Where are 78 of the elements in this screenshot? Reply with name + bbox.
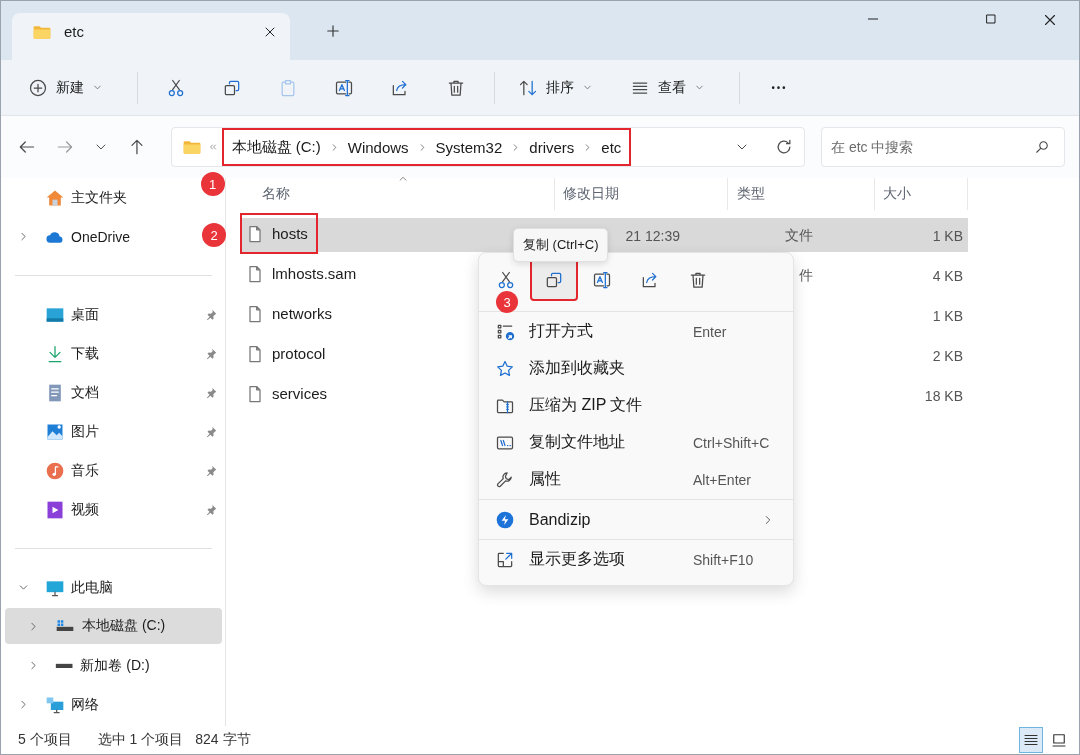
search-icon <box>1033 138 1051 156</box>
view-button[interactable]: 查看 <box>622 67 713 108</box>
breadcrumb[interactable]: 本地磁盘 (C:) <box>231 137 321 157</box>
search-field[interactable]: 在 etc 中搜索 <box>821 127 1065 167</box>
tooltip: 复制 (Ctrl+C) <box>513 228 609 262</box>
file-size: 18 KB <box>924 387 963 404</box>
sidebar-item[interactable]: 新加卷 (D:) <box>5 646 222 685</box>
scissors-icon <box>496 269 516 290</box>
pin-icon[interactable] <box>204 346 218 361</box>
sidebar-item[interactable]: OneDrive <box>5 217 139 256</box>
modified-date: 21 12:39 <box>625 227 680 244</box>
pin-icon[interactable] <box>204 502 218 517</box>
pin-icon[interactable] <box>204 424 218 439</box>
bandizip-icon <box>495 509 515 530</box>
details-view-button[interactable] <box>1019 727 1043 753</box>
sidebar-item[interactable]: 音乐 <box>5 451 222 490</box>
file-type: 文件 <box>785 226 813 243</box>
tab-title: etc <box>64 23 85 40</box>
file-size: 2 KB <box>932 347 963 364</box>
menu-item[interactable]: 属性 Alt+Enter <box>479 462 793 497</box>
shortcut-text: Ctrl+Shift+C <box>693 434 771 451</box>
menu-item[interactable]: 复制文件地址 Ctrl+Shift+C <box>479 425 793 460</box>
menu-item[interactable]: 添加到收藏夹 <box>479 351 793 386</box>
column-header[interactable]: 修改日期 <box>555 178 728 210</box>
sidebar-item[interactable]: 下载 <box>5 334 222 373</box>
file-size: 1 KB <box>932 307 963 324</box>
file-name: services <box>272 385 327 402</box>
shortcut-text: Enter <box>693 323 728 340</box>
more-icon <box>770 85 786 90</box>
wrench-icon <box>495 469 515 490</box>
file-name: hosts <box>272 225 308 242</box>
file-size: 1 KB <box>932 227 963 244</box>
column-header[interactable]: 类型 <box>728 178 875 210</box>
breadcrumb[interactable]: etc <box>601 138 622 156</box>
file-name: protocol <box>272 345 326 362</box>
new-tab-icon[interactable] <box>324 22 342 40</box>
menu-item[interactable]: 显示更多选项 Shift+F10 <box>479 542 793 577</box>
breadcrumb[interactable]: drivers <box>529 138 575 156</box>
sidebar-item[interactable]: 此电脑 <box>5 568 121 607</box>
menu-item[interactable]: Bandizip <box>479 502 793 537</box>
sort-button[interactable]: 排序 <box>510 67 601 108</box>
breadcrumb[interactable]: System32 <box>435 138 503 156</box>
column-header[interactable]: 大小 <box>875 178 968 210</box>
shortcut-text: Alt+Enter <box>693 471 752 488</box>
sidebar-item[interactable]: 本地磁盘 (C:) <box>5 608 222 644</box>
video-icon <box>45 499 65 520</box>
folder-tab[interactable]: etc <box>12 13 290 60</box>
menu-item[interactable]: 压缩为 ZIP 文件 <box>479 388 793 423</box>
breadcrumb[interactable]: Windows <box>347 138 409 156</box>
sidebar-item[interactable]: 文档 <box>5 373 222 412</box>
selection-size: 824 字节 <box>195 731 251 749</box>
sidebar-item[interactable]: 主文件夹 <box>5 178 135 217</box>
pin-icon[interactable] <box>204 385 218 400</box>
file-type: 件 <box>799 266 813 283</box>
selection-info: 选中 1 个项目 <box>97 731 184 749</box>
new-button[interactable]: 新建 <box>20 67 111 108</box>
item-count: 5 个项目 <box>18 731 72 749</box>
menu-item[interactable]: 打开方式 Enter <box>479 314 793 349</box>
step-marker: 1 <box>200 172 225 196</box>
rename-icon <box>592 269 612 290</box>
maximize-icon[interactable] <box>983 11 999 27</box>
file-name: networks <box>272 305 333 322</box>
sidebar-item[interactable]: 视频 <box>5 490 222 529</box>
pin-icon[interactable] <box>204 307 218 322</box>
column-header[interactable]: 名称 <box>240 178 555 210</box>
file-size: 4 KB <box>932 267 963 284</box>
sidebar-item[interactable]: 网络 <box>5 685 107 724</box>
drive-icon <box>55 662 74 669</box>
shortcut-text: Shift+F10 <box>693 551 755 568</box>
tiles-view-icon <box>1050 731 1068 749</box>
sidebar-item[interactable]: 桌面 <box>5 295 222 334</box>
pin-icon[interactable] <box>204 463 218 478</box>
step-marker: 3 <box>496 291 518 313</box>
star-icon <box>495 358 515 379</box>
step-marker: 2 <box>202 223 226 247</box>
sidebar-item[interactable]: 图片 <box>5 412 222 451</box>
music-icon <box>45 460 65 481</box>
file-name: lmhosts.sam <box>272 265 357 282</box>
